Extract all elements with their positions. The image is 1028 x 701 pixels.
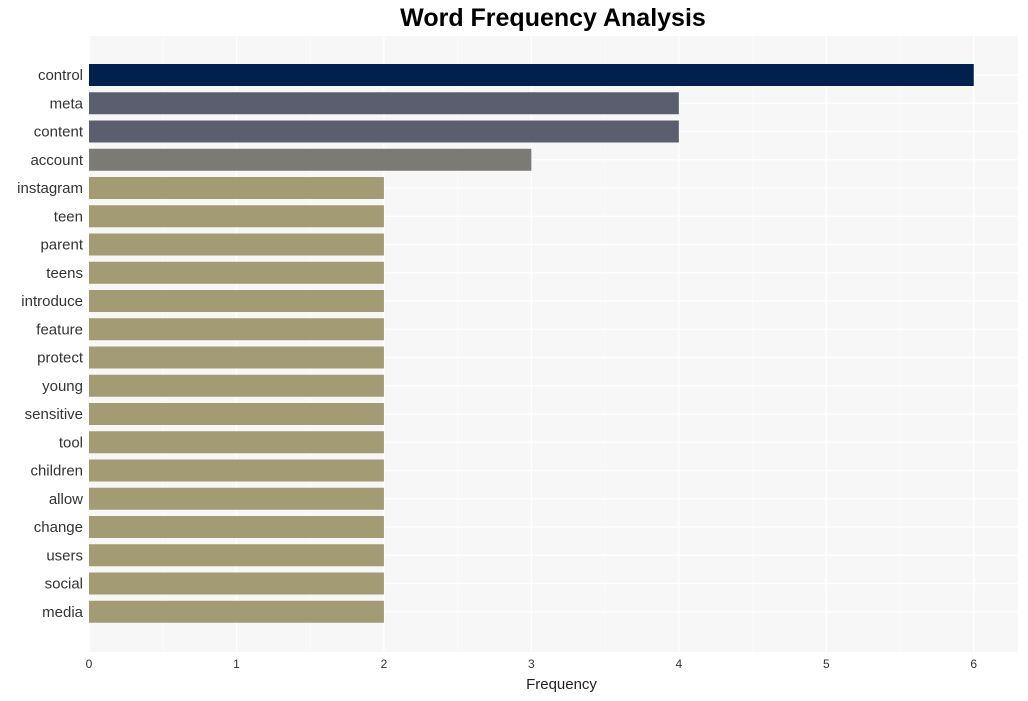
bar-teens xyxy=(89,261,384,284)
y-tick-label: sensitive xyxy=(25,406,83,423)
y-tick-label: social xyxy=(45,576,83,593)
x-tick-label: 0 xyxy=(86,657,93,671)
x-tick-label: 3 xyxy=(528,657,535,671)
x-tick-label: 4 xyxy=(675,657,682,671)
bar-media xyxy=(89,600,384,623)
y-tick-label: control xyxy=(38,67,83,84)
y-tick-label: protect xyxy=(37,350,84,367)
y-tick-label: introduce xyxy=(21,293,83,310)
x-tick-label: 6 xyxy=(970,657,977,671)
bar-tool xyxy=(89,431,384,454)
y-tick-label: allow xyxy=(49,491,83,508)
y-tick-label: media xyxy=(42,604,84,621)
y-tick-label: account xyxy=(30,152,83,169)
bar-protect xyxy=(89,346,384,369)
y-tick-label: tool xyxy=(59,434,83,451)
x-axis-label: Frequency xyxy=(526,676,597,693)
bar-content xyxy=(89,120,679,143)
y-tick-label: children xyxy=(30,463,83,480)
bar-social xyxy=(89,572,384,595)
y-tick-label: teens xyxy=(46,265,83,282)
bar-control xyxy=(89,64,974,86)
bar-feature xyxy=(89,318,384,341)
bar-users xyxy=(89,544,384,567)
x-tick-label: 5 xyxy=(823,657,830,671)
x-tick-label: 1 xyxy=(233,657,240,671)
bar-young xyxy=(89,374,384,397)
y-tick-label: content xyxy=(34,124,84,141)
bar-chart: control meta content account instagram teen pa… xyxy=(17,36,1018,693)
y-tick-label: instagram xyxy=(17,180,83,197)
bar-account xyxy=(89,148,532,171)
y-tick-label: teen xyxy=(54,208,83,225)
bar-meta xyxy=(89,92,679,115)
y-tick-label: feature xyxy=(36,321,83,338)
bar-introduce xyxy=(89,290,384,312)
y-tick-label: young xyxy=(42,378,83,395)
y-tick-label: users xyxy=(46,547,83,564)
bar-instagram xyxy=(89,177,384,199)
x-tick-label: 2 xyxy=(381,657,388,671)
y-tick-label: meta xyxy=(50,95,84,112)
bar-change xyxy=(89,516,384,538)
bar-teen xyxy=(89,205,384,228)
bar-parent xyxy=(89,233,384,256)
y-tick-label: parent xyxy=(40,237,83,254)
bar-allow xyxy=(89,487,384,510)
bar-children xyxy=(89,459,384,482)
y-tick-label: change xyxy=(34,519,83,536)
bar-sensitive xyxy=(89,403,384,425)
